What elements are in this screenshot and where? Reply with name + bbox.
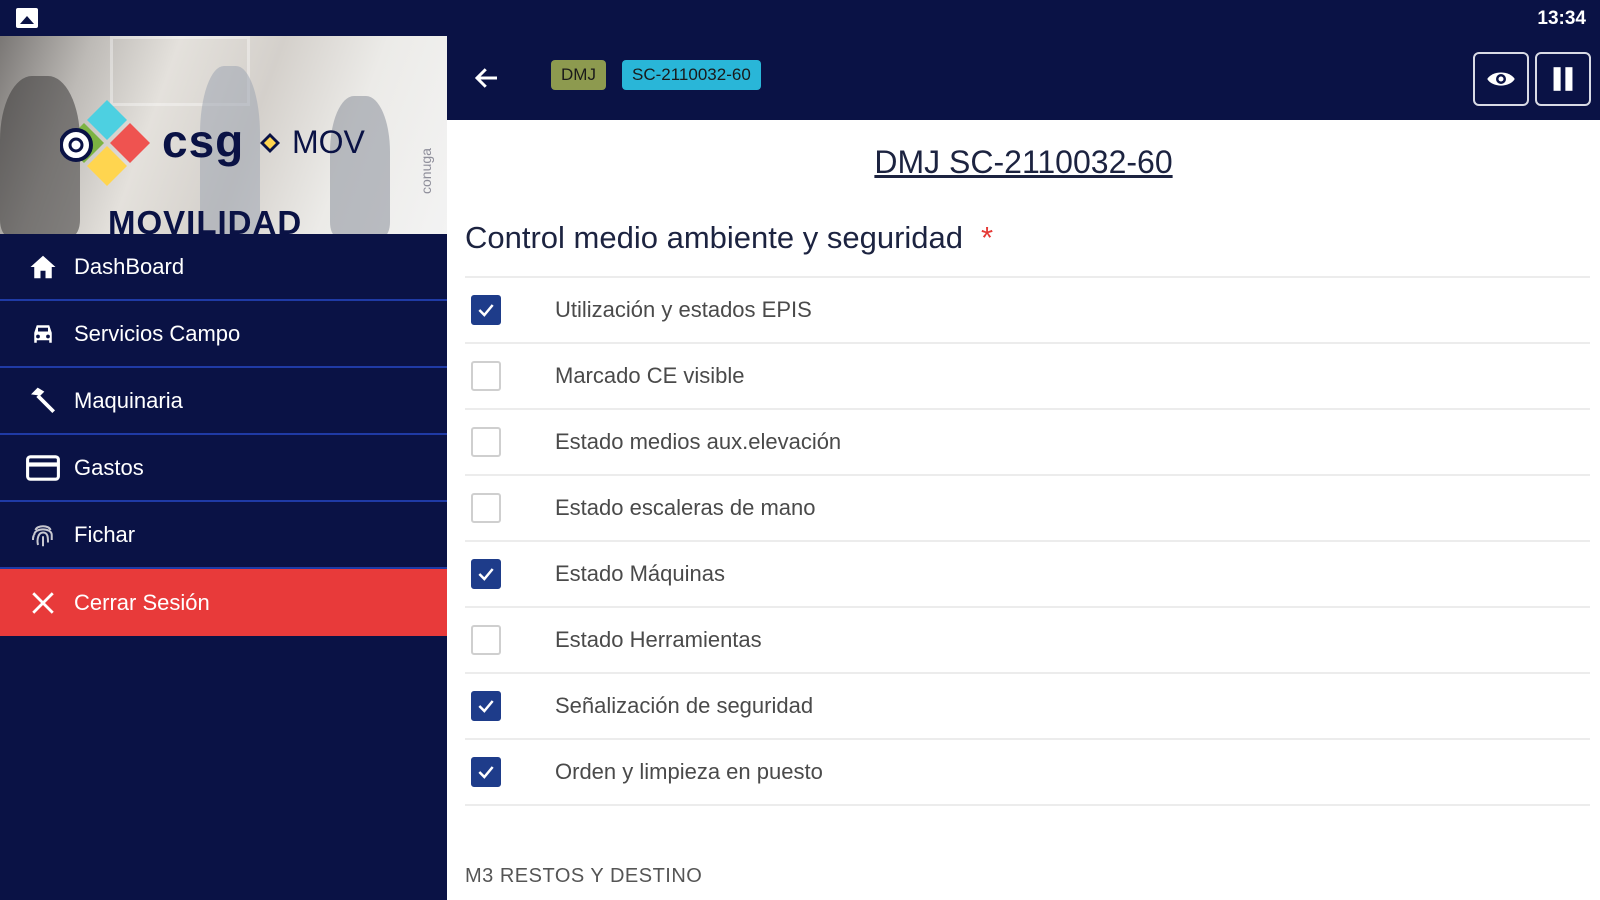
checkbox[interactable] xyxy=(471,361,501,391)
chip-code: SC-2110032-60 xyxy=(622,60,761,90)
checkbox[interactable] xyxy=(471,625,501,655)
sidebar-item-cerrar-sesion[interactable]: Cerrar Sesión xyxy=(0,569,447,636)
checklist-item[interactable]: Estado escaleras de mano xyxy=(465,476,1590,542)
status-time: 13:34 xyxy=(1537,8,1586,29)
required-marker: * xyxy=(981,220,994,255)
next-section-title: M3 RESTOS Y DESTINO xyxy=(465,865,703,887)
hammer-icon xyxy=(26,384,60,418)
sidebar-item-dashboard[interactable]: DashBoard xyxy=(0,234,447,301)
image-icon xyxy=(16,8,38,28)
diamond-icon xyxy=(260,133,280,153)
logo-icon xyxy=(60,100,150,186)
check-icon xyxy=(478,568,494,581)
section-title-text: Control medio ambiente y seguridad xyxy=(465,220,963,255)
brand-csg: csg xyxy=(162,115,245,167)
fingerprint-icon xyxy=(26,518,60,552)
brand-vertical-text: conuga xyxy=(418,148,434,194)
back-button[interactable] xyxy=(469,60,505,96)
form-content: DMJ SC-2110032-60 Control medio ambiente… xyxy=(447,120,1600,900)
checklist-item-label: Utilización y estados EPIS xyxy=(555,297,812,322)
checklist-item-label: Orden y limpieza en puesto xyxy=(555,759,823,784)
check-icon xyxy=(478,304,494,317)
checklist-item[interactable]: Orden y limpieza en puesto xyxy=(465,740,1590,806)
check-icon xyxy=(478,700,494,713)
status-bar: 13:34 xyxy=(0,0,1600,36)
sidebar-item-label: Maquinaria xyxy=(74,387,183,413)
checklist-item-label: Estado medios aux.elevación xyxy=(555,429,842,454)
chip-dmj: DMJ xyxy=(551,60,606,90)
sidebar-header: csg MOV MOVILIDAD conuga xyxy=(0,36,447,234)
sidebar-item-label: DashBoard xyxy=(74,253,185,279)
close-icon xyxy=(26,586,60,620)
checklist-item[interactable]: Utilización y estados EPIS xyxy=(465,278,1590,344)
background-figure xyxy=(330,96,390,234)
checklist-item-label: Señalización de seguridad xyxy=(555,693,814,718)
checkbox[interactable] xyxy=(471,559,501,589)
checklist-item-label: Marcado CE visible xyxy=(555,363,745,388)
app-screen: 13:34 csg MOV MOVILIDAD conuga DashBoard… xyxy=(0,0,1600,900)
checklist-item-label: Estado escaleras de mano xyxy=(555,495,816,520)
sidebar-item-maquinaria[interactable]: Maquinaria xyxy=(0,368,447,435)
sidebar-item-servicios-campo[interactable]: Servicios Campo xyxy=(0,301,447,368)
sidebar-item-label: Servicios Campo xyxy=(74,320,241,346)
car-icon xyxy=(26,317,60,351)
checkbox[interactable] xyxy=(471,757,501,787)
pause-icon xyxy=(1553,67,1573,91)
checklist-item[interactable]: Marcado CE visible xyxy=(465,344,1590,410)
checklist-item-label: Estado Máquinas xyxy=(555,561,725,586)
document-title: DMJ SC-2110032-60 xyxy=(874,144,1173,180)
checkbox[interactable] xyxy=(471,427,501,457)
checklist: Utilización y estados EPIS Marcado CE vis… xyxy=(465,276,1590,806)
checkbox[interactable] xyxy=(471,295,501,325)
section-title: Control medio ambiente y seguridad * xyxy=(465,220,993,256)
checklist-item-label: Estado Herramientas xyxy=(555,627,762,652)
brand-mov: MOV xyxy=(292,124,365,160)
sidebar: csg MOV MOVILIDAD conuga DashBoard Servi… xyxy=(0,36,447,900)
eye-icon xyxy=(1487,72,1515,86)
brand-movilidad: MOVILIDAD xyxy=(108,204,303,234)
checklist-item[interactable]: Señalización de seguridad xyxy=(465,674,1590,740)
view-button[interactable] xyxy=(1473,52,1529,106)
credit-card-icon xyxy=(26,451,60,485)
checklist-item[interactable]: Estado Herramientas xyxy=(465,608,1590,674)
checklist-item[interactable]: Estado medios aux.elevación xyxy=(465,410,1590,476)
home-icon xyxy=(26,250,60,284)
sidebar-item-label: Gastos xyxy=(74,454,144,480)
check-icon xyxy=(478,766,494,779)
sidebar-item-gastos[interactable]: Gastos xyxy=(0,435,447,502)
sidebar-item-fichar[interactable]: Fichar xyxy=(0,502,447,569)
checkbox[interactable] xyxy=(471,493,501,523)
sidebar-menu: DashBoard Servicios Campo Maquinaria Gas… xyxy=(0,234,447,636)
checkbox[interactable] xyxy=(471,691,501,721)
checklist-item[interactable]: Estado Máquinas xyxy=(465,542,1590,608)
sidebar-item-label: Cerrar Sesión xyxy=(74,589,210,615)
sidebar-item-label: Fichar xyxy=(74,521,136,547)
arrow-left-icon xyxy=(474,68,497,88)
app-bar: DMJ SC-2110032-60 xyxy=(447,36,1600,120)
pause-button[interactable] xyxy=(1535,52,1591,106)
